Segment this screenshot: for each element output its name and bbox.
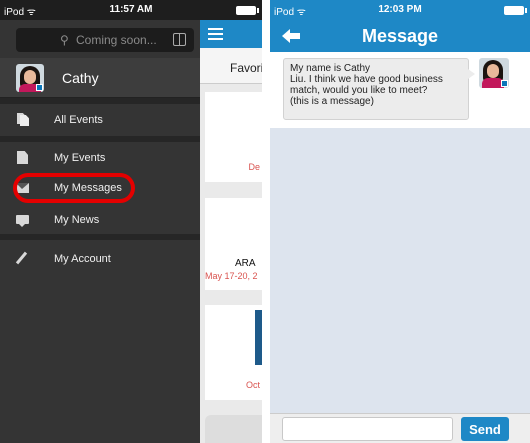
status-bar: iPod ᯤ 11:57 AM: [0, 0, 262, 20]
menu-item-label: My Account: [54, 253, 111, 265]
battery-icon: [236, 6, 259, 15]
event-title: ARA: [235, 258, 256, 269]
message-bubble: My name is Cathy Liu. I think we have go…: [283, 58, 475, 120]
side-menu: ⚲ Coming soon... Cathy All Events My Eve…: [0, 20, 200, 443]
event-date: May 17-20, 2: [205, 271, 258, 281]
menu-divider: [0, 98, 200, 104]
menu-divider: [0, 234, 200, 240]
profile-header[interactable]: Cathy: [0, 58, 200, 98]
favorites-tab[interactable]: Favorite: [200, 48, 262, 84]
menu-item-label: My News: [54, 214, 100, 226]
search-icon: ⚲: [60, 33, 69, 47]
event-card[interactable]: De: [205, 92, 262, 182]
send-button[interactable]: Send: [461, 417, 509, 441]
menu-item-all-events[interactable]: All Events: [0, 107, 200, 133]
clock: 11:57 AM: [109, 4, 153, 15]
highlight-annotation: [13, 173, 135, 203]
search-placeholder: Coming soon...: [76, 33, 157, 47]
event-date: Oct: [245, 380, 260, 390]
menu-item-label: My Events: [54, 152, 106, 164]
documents-icon: [17, 113, 28, 126]
search-bar[interactable]: ⚲ Coming soon...: [16, 28, 194, 52]
page-title: Message: [361, 26, 439, 46]
menu-item-my-account[interactable]: My Account: [0, 246, 200, 272]
book-icon[interactable]: [173, 33, 186, 46]
clock: 12:03 PM: [378, 4, 422, 15]
underlying-events-screen: Favorite De ARA May 17-20, 2 Oct: [200, 20, 262, 443]
chat-icon: [16, 215, 29, 227]
hamburger-icon[interactable]: [208, 28, 223, 40]
menu-item-my-news[interactable]: My News: [0, 207, 200, 233]
menu-item-label: All Events: [54, 114, 103, 126]
linkedin-badge-icon: [501, 80, 508, 87]
compose-bar: Send: [270, 413, 530, 443]
battery-icon: [504, 6, 527, 15]
right-phone-screen: iPod ᯤ 12:03 PM Message My name is Cathy…: [270, 0, 530, 443]
underlying-bottom-bar: [205, 415, 262, 443]
menu-item-my-events[interactable]: My Events: [0, 145, 200, 171]
left-phone-screen: iPod ᯤ 11:57 AM Favorite De ARA May 17-2…: [0, 0, 262, 443]
menu-divider: [0, 136, 200, 142]
pencil-icon: [15, 251, 28, 265]
status-bar: iPod ᯤ 12:03 PM: [270, 0, 530, 20]
event-thumbnail: [255, 310, 262, 365]
profile-name: Cathy: [62, 70, 99, 86]
linkedin-badge-icon: [36, 84, 43, 91]
event-date: De: [248, 162, 260, 172]
message-nav-bar: Message: [270, 20, 530, 52]
document-icon: [17, 151, 28, 164]
avatar: [16, 64, 44, 92]
underlying-nav-bar: [200, 20, 262, 48]
avatar: [479, 58, 509, 88]
message-input[interactable]: [282, 417, 453, 441]
message-thread: My name is Cathy Liu. I think we have go…: [270, 52, 530, 128]
event-card[interactable]: ARA May 17-20, 2: [205, 198, 262, 290]
event-card[interactable]: Oct: [205, 305, 262, 400]
